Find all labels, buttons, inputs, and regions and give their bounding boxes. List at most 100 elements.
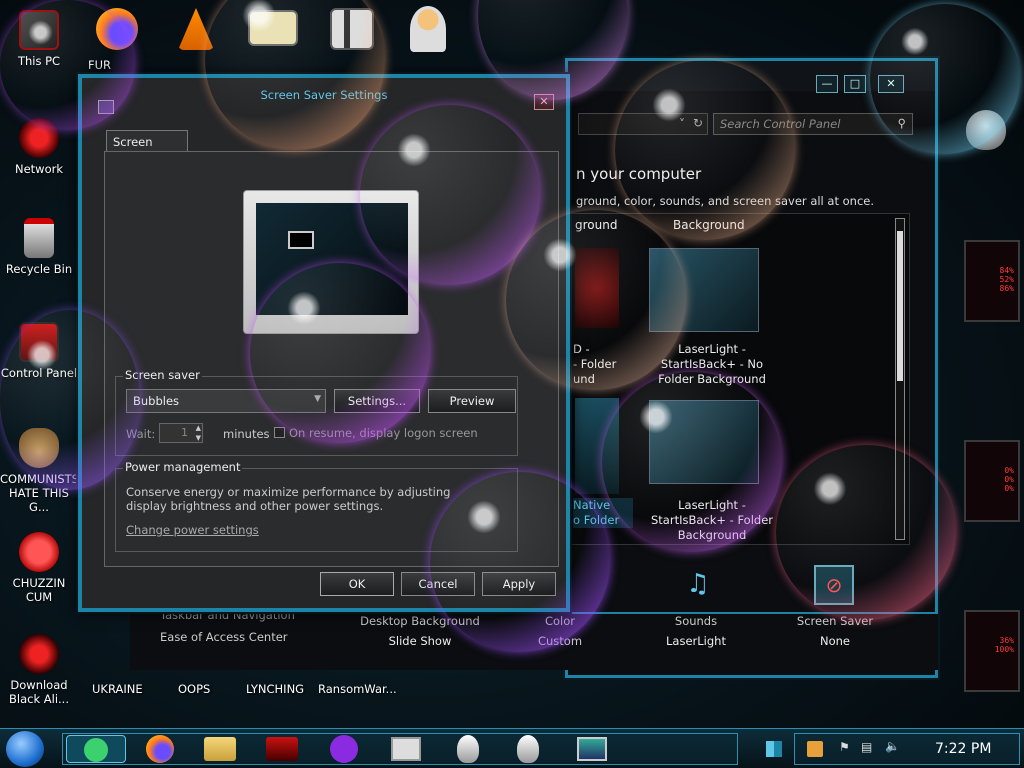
tab-screen-saver[interactable]: Screen Saver — [106, 130, 188, 163]
mouse-icon — [517, 735, 539, 763]
close-button[interactable]: ✕ — [878, 75, 904, 93]
show-desktop-icon[interactable] — [766, 741, 782, 757]
theme-thumbnail[interactable] — [575, 248, 619, 328]
screen-saver-item[interactable]: Screen Saver None — [790, 614, 880, 648]
close-button[interactable]: ✕ — [534, 94, 554, 110]
color-item[interactable]: Color Custom — [520, 614, 600, 648]
preview-monitor — [243, 190, 419, 334]
stepper-up-icon[interactable]: ▲ — [196, 424, 201, 432]
start-button[interactable] — [6, 731, 44, 767]
taskbar-app-monitor[interactable] — [386, 735, 426, 763]
theme-item-label[interactable]: D - - Folder und — [573, 342, 633, 387]
taskbar-app-tor[interactable] — [324, 735, 364, 763]
network-icon[interactable]: ▤ — [861, 740, 872, 754]
resume-label: On resume, display logon screen — [289, 426, 478, 440]
preview-button[interactable]: Preview — [428, 389, 516, 413]
item-title: Sounds — [674, 614, 718, 628]
clock[interactable]: 7:22 PM — [935, 741, 991, 757]
page-subtitle: ground, color, sounds, and screen saver … — [576, 194, 874, 208]
chuzzle-icon — [19, 532, 59, 572]
address-bar[interactable]: ˅ ↻ — [578, 113, 708, 135]
desktop-icon-ukraine[interactable]: UKRAINE — [92, 682, 143, 696]
control-panel-icon — [19, 322, 59, 362]
desktop-icon-control-panel[interactable]: Control Panel — [0, 322, 78, 380]
desktop-background-item[interactable]: Desktop Background Slide Show — [360, 614, 480, 648]
desktop-icon-communists[interactable]: COMMUNISTS HATE THIS G... — [0, 428, 79, 514]
vlc-icon[interactable] — [178, 8, 214, 50]
taskbar-app-control-panel[interactable] — [262, 735, 302, 763]
scrollbar-thumb[interactable] — [897, 231, 903, 381]
desktop-icon-network[interactable]: Network — [0, 118, 78, 176]
sounds-icon: ♫ — [686, 569, 710, 599]
tray-app-icon[interactable] — [807, 741, 823, 757]
maximize-button[interactable]: □ — [844, 75, 866, 93]
alienware-gadget: 84% 52% 86% 0% 0% 0% 36% 100% — [930, 90, 1024, 692]
desktop-icon-label: CHUZZIN CUM — [12, 576, 66, 604]
taskbar-app-explorer[interactable] — [200, 735, 240, 763]
settings-button[interactable]: Settings... — [334, 389, 420, 413]
theme-thumbnail[interactable] — [575, 398, 619, 494]
theme-thumbnail[interactable] — [649, 400, 759, 484]
notes-icon — [84, 738, 108, 762]
item-value: None — [819, 634, 850, 648]
minimize-button[interactable]: — — [816, 75, 838, 93]
dialog-title: Screen Saver Settings — [260, 88, 388, 102]
desktop-icon-oops[interactable]: OOPS — [178, 682, 210, 696]
preview-window — [288, 231, 314, 249]
display-icon — [577, 737, 607, 761]
firefox-icon — [146, 735, 174, 763]
chevron-down-icon[interactable]: ˅ — [679, 117, 685, 131]
sounds-item[interactable]: Sounds LaserLight — [656, 614, 736, 648]
taskbar-app-display-settings[interactable] — [572, 735, 612, 763]
desktop-icon-chuzzin[interactable]: CHUZZIN CUM — [0, 532, 78, 604]
change-power-settings-link[interactable]: Change power settings — [126, 523, 259, 537]
scrollbar[interactable] — [895, 218, 905, 540]
theme-item-label[interactable]: LaserLight - StartIsBack+ - No Folder Ba… — [637, 342, 787, 387]
desktop-icon-this-pc[interactable]: This PC — [0, 10, 78, 68]
desktop-icon-recycle-bin[interactable]: Recycle Bin — [0, 218, 78, 276]
flag-icon[interactable]: ⚑ — [839, 740, 850, 754]
cancel-button[interactable]: Cancel — [401, 572, 475, 596]
screen-saver-group: Screen saver Bubbles ▼ Settings... Previ… — [115, 368, 518, 456]
taskbar-app-notes[interactable] — [66, 735, 126, 763]
refresh-icon[interactable]: ↻ — [693, 116, 703, 130]
search-input[interactable]: Search Control Panel ⚲ — [713, 113, 913, 135]
control-panel-window[interactable]: — □ ✕ ˅ ↻ Search Control Panel ⚲ n your … — [565, 58, 938, 678]
system-tray: ⚑ ▤ 🔈 7:22 PM — [794, 733, 1020, 765]
mask-icon — [330, 735, 358, 763]
hxd-icon[interactable] — [248, 10, 298, 46]
ok-button[interactable]: OK — [320, 572, 394, 596]
item-title: Desktop Background — [360, 614, 480, 628]
taskbar-app-firefox[interactable] — [140, 735, 180, 763]
computer-icon — [19, 10, 59, 50]
apply-button[interactable]: Apply — [482, 572, 556, 596]
taskbar-app-mouse2[interactable] — [508, 735, 548, 763]
wait-stepper[interactable]: 1 ▲ ▼ — [159, 423, 203, 443]
screen-saver-select[interactable]: Bubbles ▼ — [126, 389, 326, 413]
control-panel-icon — [266, 737, 298, 761]
sidebar-link[interactable]: Ease of Access Center — [160, 630, 288, 644]
gauge-readout: 0% 0% 0% — [964, 440, 1020, 522]
hiew-icon[interactable] — [330, 8, 374, 50]
desktop-icon-ransomware[interactable]: RansomWar... — [318, 682, 397, 696]
theme-item-label[interactable]: Native o Folder — [573, 498, 633, 528]
screen-saver-dialog[interactable]: Screen Saver Settings ✕ Screen Saver Scr… — [78, 74, 570, 612]
desktop-icon-label: Control Panel — [0, 366, 78, 380]
theme-group-header: Background — [673, 218, 745, 232]
desktop-icon-label: Download Black Ali... — [9, 678, 69, 706]
themes-list[interactable]: ground Background D - - Folder und Laser… — [568, 213, 910, 545]
desktop-icon-lynching[interactable]: LYNCHING — [246, 682, 304, 696]
item-value: LaserLight — [666, 634, 726, 648]
item-value: Custom — [537, 634, 583, 648]
theme-thumbnail[interactable] — [649, 248, 759, 332]
desktop-icon-download-black-ali[interactable]: Download Black Ali... — [0, 634, 78, 706]
theme-group-header: ground — [575, 218, 618, 232]
group-label: Screen saver — [123, 368, 202, 382]
taskbar-app-mouse1[interactable] — [448, 735, 488, 763]
resume-checkbox[interactable] — [274, 427, 285, 438]
firefox-desktop-icon[interactable] — [96, 8, 138, 50]
stepper-down-icon[interactable]: ▼ — [196, 434, 201, 442]
theme-item-label[interactable]: LaserLight - StartIsBack+ - Folder Backg… — [637, 498, 787, 543]
volume-icon[interactable]: 🔈 — [885, 739, 900, 753]
doctor-icon[interactable] — [410, 6, 446, 52]
